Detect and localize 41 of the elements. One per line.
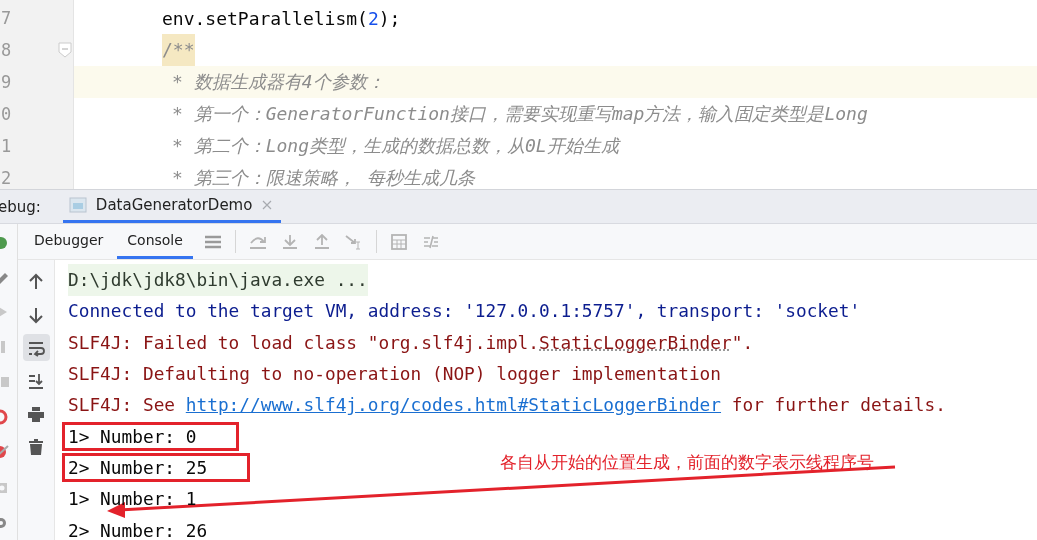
number-literal: 2 [367, 7, 379, 29]
class-name: StaticLoggerBinder [539, 331, 732, 353]
output-text: 2> Number: 25 [68, 456, 208, 478]
close-icon[interactable] [261, 199, 274, 211]
error-text: ". [731, 331, 754, 353]
soft-wrap-icon[interactable] [22, 334, 50, 361]
output-text: 1> Number: 0 [68, 425, 197, 447]
line-number: 7 [1, 8, 12, 28]
output-text: 2> Number: 26 [68, 519, 208, 540]
step-into-icon[interactable] [280, 233, 299, 250]
mute-breakpoints-icon[interactable] [0, 444, 9, 460]
window-icon [68, 197, 87, 213]
line-number: 8 [1, 40, 12, 60]
panel-tab[interactable]: Debugger [24, 224, 114, 259]
link[interactable]: http://www.slf4j.org/codes.html#StaticLoggerBinder [185, 394, 722, 416]
step-out-icon[interactable] [312, 233, 331, 250]
output-text: 1> Number: 1 [68, 488, 197, 510]
fold-icon[interactable] [58, 42, 72, 58]
line-number: 2 [1, 168, 12, 188]
error-text: SLF4J: Failed to load class "org.slf4j.impl. [68, 331, 540, 353]
trace-icon[interactable] [421, 233, 440, 250]
comment-text: * 第一个：GeneratorFunction接口，需要实现重写map方法，输入固定类型是Long [171, 102, 868, 126]
line-number: 9 [1, 72, 12, 92]
comment-text: * 第三个：限速策略， 每秒生成几条 [171, 166, 475, 189]
line-number: 0 [1, 104, 12, 124]
error-text: SLF4J: See [68, 394, 177, 416]
line-number: 1 [1, 136, 12, 156]
comment-text: * 第二个：Long类型，生成的数据总数，从0L开始生成 [171, 134, 619, 158]
doc-comment-start: /** [162, 34, 195, 66]
info-text: Connected to the target VM, address: '127.0.0.1:5757', transport: 'socket' [68, 300, 861, 322]
calculator-icon[interactable] [389, 233, 408, 250]
run-to-cursor-icon[interactable] [344, 233, 363, 250]
error-text: SLF4J: Defaulting to no-operation (NOP) logger implementation [68, 363, 722, 385]
breakpoint-icon[interactable] [0, 409, 9, 425]
error-text: for further details. [730, 394, 946, 416]
command-text: D:\jdk\jdk8\bin\java.exe ... [68, 263, 368, 296]
menu-icon[interactable] [203, 233, 222, 250]
panel-tab[interactable]: Console [117, 224, 193, 259]
code-text: ); [378, 7, 401, 29]
comment-text: * 数据生成器有4个参数： [171, 70, 385, 94]
code-text: env.setParallelism( [162, 7, 368, 29]
